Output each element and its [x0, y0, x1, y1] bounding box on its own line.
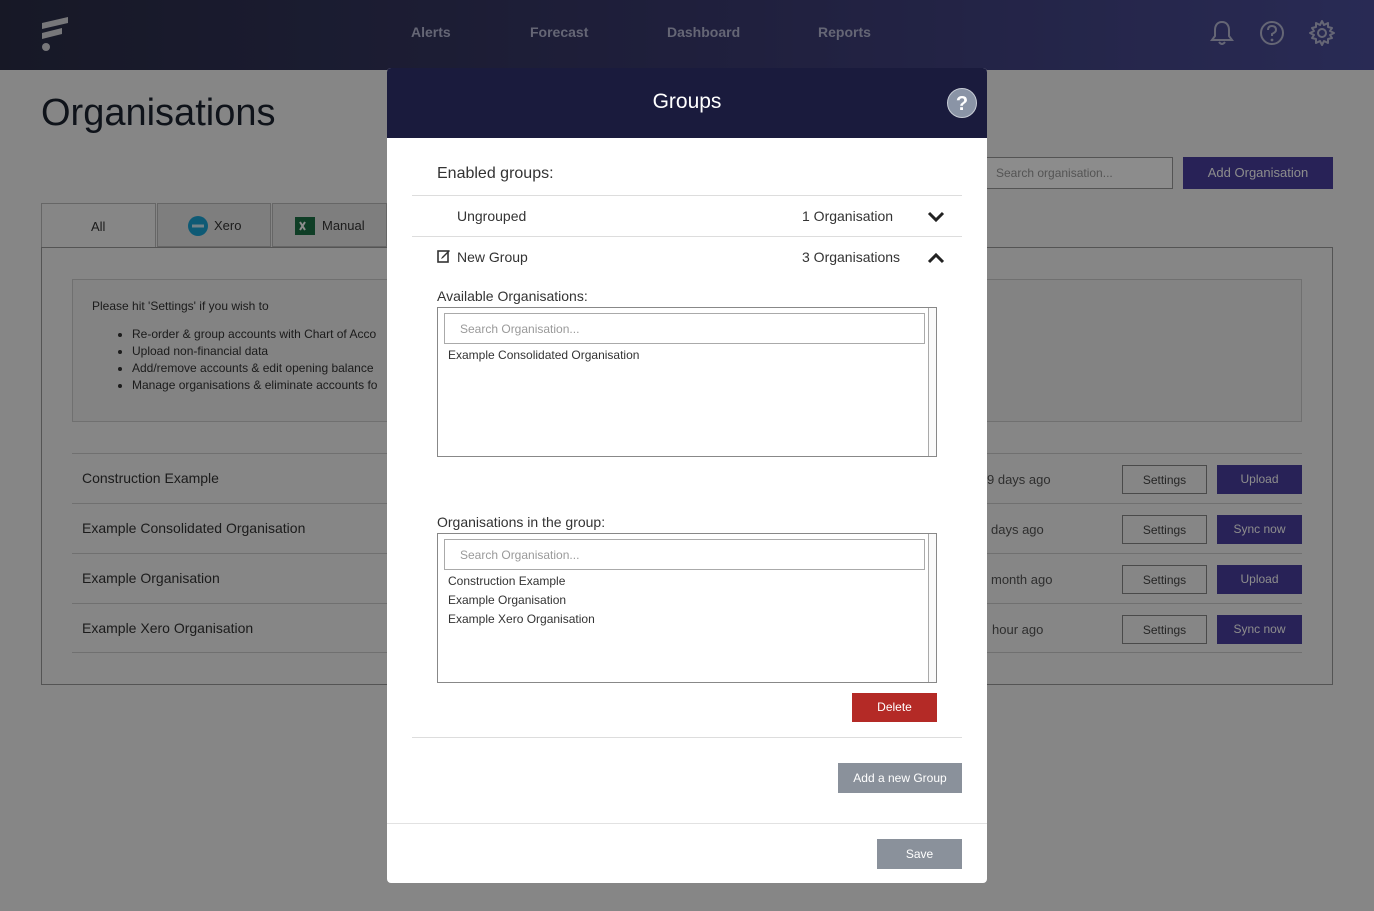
save-button[interactable]: Save [877, 839, 962, 869]
edit-icon[interactable] [437, 249, 451, 263]
groups-modal: Groups ? Enabled groups: Ungrouped 1 Org… [387, 68, 987, 883]
modal-header: Groups ? [387, 68, 987, 138]
group-count: 3 Organisations [802, 249, 901, 265]
available-search-input[interactable]: Search Organisation... [444, 313, 925, 344]
delete-group-button[interactable]: Delete [852, 693, 937, 722]
group-name: New Group [457, 249, 528, 265]
organisations-in-group-label: Organisations in the group: [437, 514, 606, 530]
list-item[interactable]: Construction Example [448, 574, 565, 588]
chevron-down-icon[interactable] [927, 208, 945, 226]
help-button[interactable]: ? [947, 88, 977, 118]
scrollbar[interactable] [928, 308, 936, 456]
organisations-in-group-list[interactable]: Search Organisation... Construction Exam… [437, 533, 937, 683]
modal-footer-divider [387, 823, 987, 824]
in-group-search-input[interactable]: Search Organisation... [444, 539, 925, 570]
list-item[interactable]: Example Organisation [448, 593, 566, 607]
enabled-groups-label: Enabled groups: [437, 165, 554, 182]
chevron-up-icon[interactable] [927, 249, 945, 267]
group-name: Ungrouped [457, 208, 527, 224]
available-organisations-label: Available Organisations: [437, 288, 588, 304]
modal-title: Groups [652, 90, 722, 113]
add-new-group-button[interactable]: Add a new Group [838, 763, 962, 793]
available-organisations-list[interactable]: Search Organisation... Example Consolida… [437, 307, 937, 457]
divider [412, 737, 962, 738]
list-item[interactable]: Example Xero Organisation [448, 612, 595, 626]
list-item[interactable]: Example Consolidated Organisation [448, 348, 639, 362]
group-count: 1 Organisation [802, 208, 894, 224]
group-row-new-group[interactable]: New Group 3 Organisations [412, 236, 962, 277]
group-row-ungrouped[interactable]: Ungrouped 1 Organisation [412, 195, 962, 236]
scrollbar[interactable] [928, 534, 936, 682]
